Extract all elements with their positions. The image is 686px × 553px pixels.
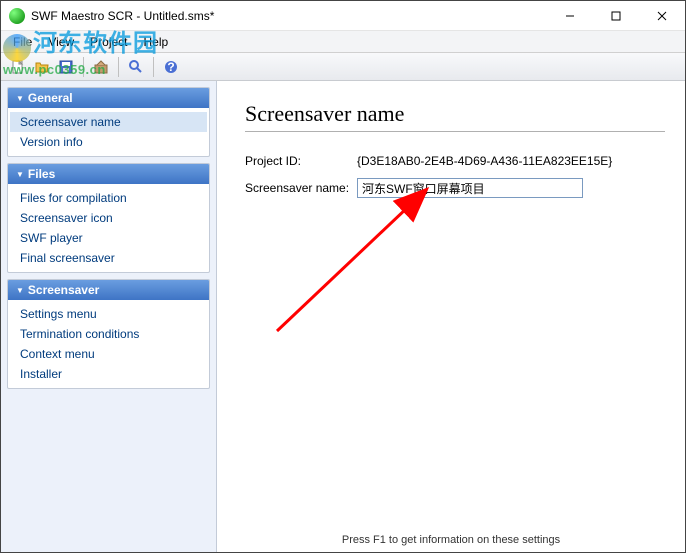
help-button[interactable]: ? <box>160 56 182 78</box>
menu-bar: File View Project Help <box>1 31 685 53</box>
menu-help[interactable]: Help <box>136 33 177 51</box>
toolbar: ? <box>1 53 685 81</box>
app-icon <box>9 8 25 24</box>
chevron-down-icon: ▼ <box>16 286 24 295</box>
chevron-down-icon: ▼ <box>16 94 24 103</box>
menu-view[interactable]: View <box>40 33 82 51</box>
toolbar-separator <box>118 57 119 77</box>
sidebar-item-screensaver-icon[interactable]: Screensaver icon <box>10 208 207 228</box>
panel-body: Screensaver name Version info <box>8 108 209 156</box>
menu-project[interactable]: Project <box>82 33 135 51</box>
main-area: ▼ General Screensaver name Version info ▼… <box>1 81 685 552</box>
panel-header-screensaver[interactable]: ▼ Screensaver <box>8 280 209 300</box>
sidebar-item-swf-player[interactable]: SWF player <box>10 228 207 248</box>
maximize-button[interactable] <box>593 1 639 31</box>
panel-header-general[interactable]: ▼ General <box>8 88 209 108</box>
sidebar-item-files-compilation[interactable]: Files for compilation <box>10 188 207 208</box>
panel-body: Files for compilation Screensaver icon S… <box>8 184 209 272</box>
row-screensaver-name: Screensaver name: <box>245 178 665 198</box>
sidebar-item-termination[interactable]: Termination conditions <box>10 324 207 344</box>
value-project-id: {D3E18AB0-2E4B-4D69-A436-11EA823EE15E} <box>357 154 612 168</box>
panel-general: ▼ General Screensaver name Version info <box>7 87 210 157</box>
panel-header-files[interactable]: ▼ Files <box>8 164 209 184</box>
sidebar-item-context-menu[interactable]: Context menu <box>10 344 207 364</box>
chevron-down-icon: ▼ <box>16 170 24 179</box>
sidebar-item-settings-menu[interactable]: Settings menu <box>10 304 207 324</box>
sidebar-item-version-info[interactable]: Version info <box>10 132 207 152</box>
open-button[interactable] <box>31 56 53 78</box>
annotation-arrow <box>257 171 457 351</box>
search-button[interactable] <box>125 56 147 78</box>
row-project-id: Project ID: {D3E18AB0-2E4B-4D69-A436-11E… <box>245 154 665 168</box>
label-screensaver-name: Screensaver name: <box>245 181 357 195</box>
minimize-button[interactable] <box>547 1 593 31</box>
content-pane: Screensaver name Project ID: {D3E18AB0-2… <box>217 81 685 552</box>
title-bar: SWF Maestro SCR - Untitled.sms* <box>1 1 685 31</box>
close-button[interactable] <box>639 1 685 31</box>
window-controls <box>547 1 685 31</box>
window-title: SWF Maestro SCR - Untitled.sms* <box>31 9 214 23</box>
save-button[interactable] <box>55 56 77 78</box>
panel-body: Settings menu Termination conditions Con… <box>8 300 209 388</box>
toolbar-separator <box>83 57 84 77</box>
svg-text:?: ? <box>167 60 174 74</box>
sidebar: ▼ General Screensaver name Version info ▼… <box>1 81 217 552</box>
build-button[interactable] <box>90 56 112 78</box>
menu-file[interactable]: File <box>5 33 40 51</box>
panel-title: Screensaver <box>28 283 99 297</box>
status-hint: Press F1 to get information on these set… <box>217 534 685 546</box>
panel-screensaver: ▼ Screensaver Settings menu Termination c… <box>7 279 210 389</box>
new-button[interactable] <box>7 56 29 78</box>
page-title: Screensaver name <box>245 101 665 132</box>
panel-title: General <box>28 91 73 105</box>
toolbar-separator <box>153 57 154 77</box>
sidebar-item-installer[interactable]: Installer <box>10 364 207 384</box>
label-project-id: Project ID: <box>245 154 357 168</box>
panel-files: ▼ Files Files for compilation Screensaver… <box>7 163 210 273</box>
sidebar-item-screensaver-name[interactable]: Screensaver name <box>10 112 207 132</box>
screensaver-name-input[interactable] <box>357 178 583 198</box>
sidebar-item-final-screensaver[interactable]: Final screensaver <box>10 248 207 268</box>
panel-title: Files <box>28 167 55 181</box>
